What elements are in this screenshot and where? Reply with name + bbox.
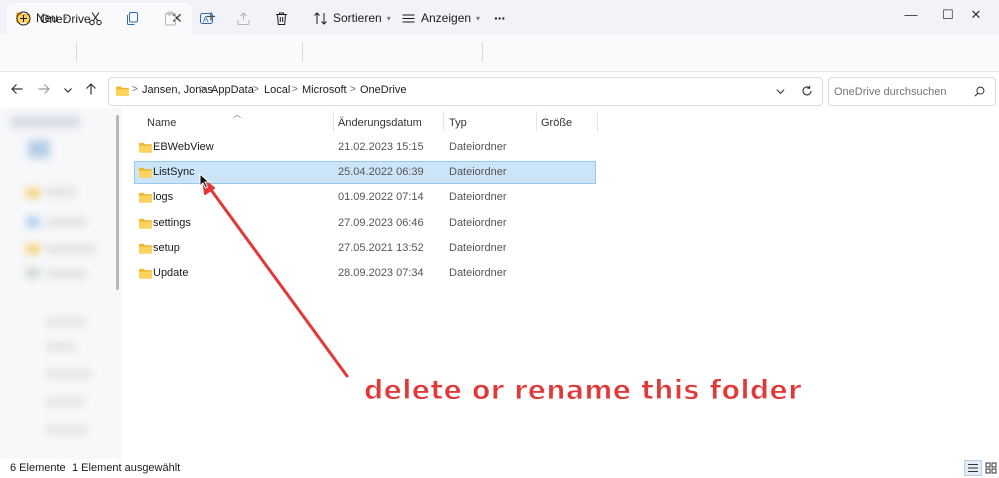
details-view-icon [968, 464, 978, 472]
annotation-label: delete or rename this folder [364, 375, 802, 407]
status-selection: 1 Element ausgewählt [72, 462, 181, 474]
status-item-count: 6 Elemente [10, 462, 66, 474]
tiles-view-icon [985, 462, 997, 474]
mouse-cursor-icon [199, 173, 211, 189]
details-view-button[interactable] [964, 460, 982, 476]
tiles-view-button[interactable] [983, 460, 999, 476]
